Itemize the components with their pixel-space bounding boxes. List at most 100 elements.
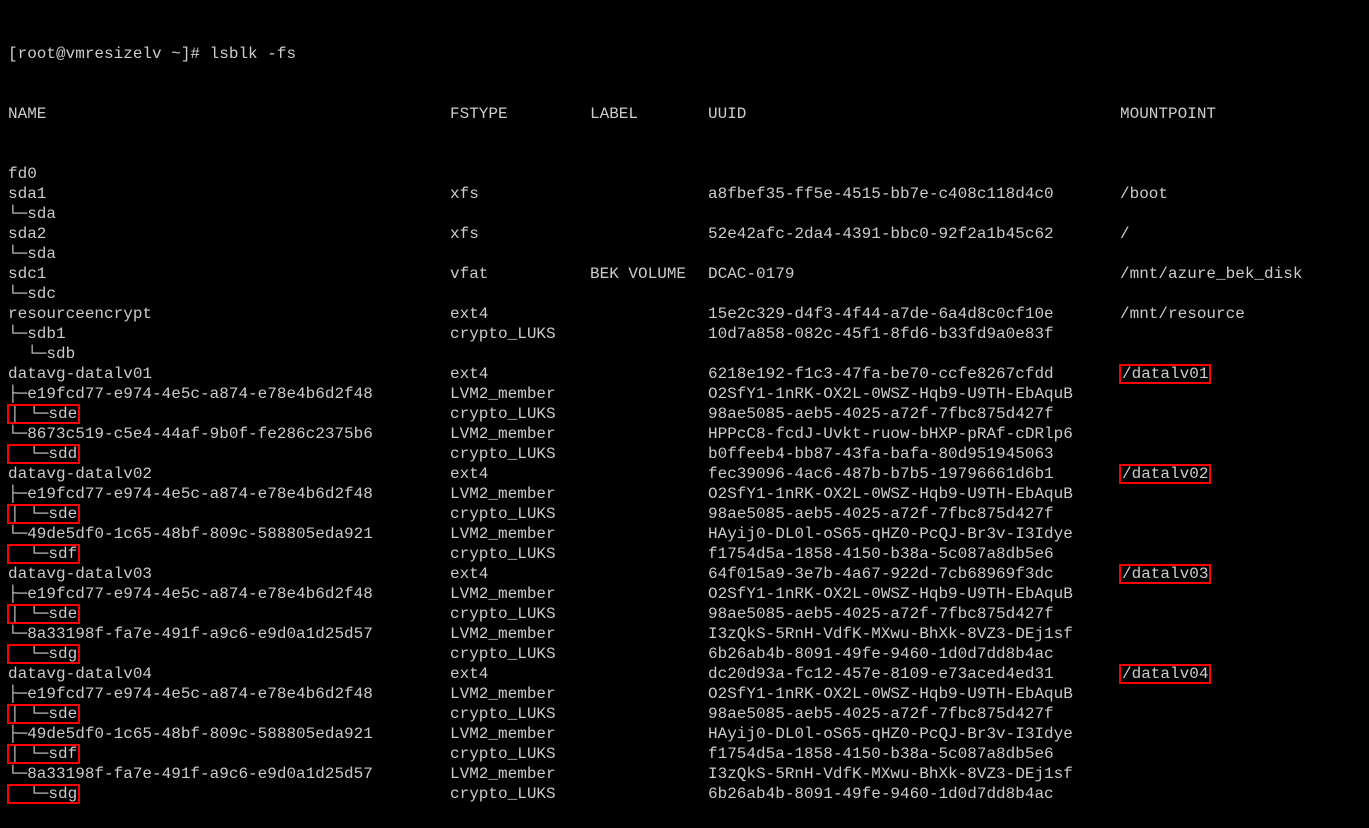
highlight-box: │ └─sde [8,605,79,623]
cell-mountpoint: / [1120,224,1130,244]
table-row: resourceencryptext415e2c329-d4f3-4f44-a7… [8,304,1361,324]
table-row: └─sdb [8,344,1361,364]
cell-fstype: ext4 [450,564,488,584]
table-row: └─8673c519-c5e4-44af-9b0f-fe286c2375b6 LV… [8,424,1361,444]
cell-uuid: O2SfY1-1nRK-OX2L-0WSZ-Hqb9-U9TH-EbAquB [708,684,1073,704]
table-row: │ └─sdecrypto_LUKS98ae5085-aeb5-4025-a72… [8,604,1361,624]
cell-uuid: 98ae5085-aeb5-4025-a72f-7fbc875d427f [708,604,1054,624]
cell-uuid: dc20d93a-fc12-457e-8109-e73aced4ed31 [708,664,1054,684]
table-row: datavg-datalv04ext4dc20d93a-fc12-457e-81… [8,664,1361,684]
cell-name: └─8673c519-c5e4-44af-9b0f-fe286c2375b6 [8,424,373,444]
cell-name: ├─e19fcd77-e974-4e5c-a874-e78e4b6d2f48 [8,684,373,704]
table-row: └─sda [8,244,1361,264]
cell-name: ├─e19fcd77-e974-4e5c-a874-e78e4b6d2f48 [8,384,373,404]
cell-mountpoint: /mnt/azure_bek_disk [1120,264,1302,284]
cell-fstype: LVM2_member [450,424,556,444]
table-row: sda2xfs52e42afc-2da4-4391-bbc0-92f2a1b45… [8,224,1361,244]
table-body: fd0sda1xfsa8fbef35-ff5e-4515-bb7e-c408c1… [8,164,1361,804]
cell-uuid: f1754d5a-1858-4150-b38a-5c087a8db5e6 [708,744,1054,764]
cell-uuid: f1754d5a-1858-4150-b38a-5c087a8db5e6 [708,544,1054,564]
terminal-output: [root@vmresizelv ~]# lsblk -fs NAME FSTY… [0,0,1369,828]
highlight-box: └─sdg [8,785,79,803]
cell-name: └─8a33198f-fa7e-491f-a9c6-e9d0a1d25d57 [8,764,373,784]
table-row: fd0 [8,164,1361,184]
cell-fstype: crypto_LUKS [450,544,556,564]
table-row: ├─e19fcd77-e974-4e5c-a874-e78e4b6d2f48 LV… [8,484,1361,504]
table-row: └─8a33198f-fa7e-491f-a9c6-e9d0a1d25d57 LV… [8,764,1361,784]
cell-mountpoint: /datalv01 [1120,364,1210,384]
cell-fstype: crypto_LUKS [450,784,556,804]
cell-name: └─sdb1 [8,324,66,344]
cell-name: └─sdf [8,544,79,564]
cell-name: ├─e19fcd77-e974-4e5c-a874-e78e4b6d2f48 [8,484,373,504]
cell-fstype: crypto_LUKS [450,644,556,664]
cell-name: │ └─sde [8,404,79,424]
cell-fstype: LVM2_member [450,764,556,784]
cell-name: sda2 [8,224,46,244]
cell-fstype: crypto_LUKS [450,324,556,344]
cell-fstype: LVM2_member [450,524,556,544]
table-row: └─sdc [8,284,1361,304]
cell-label: BEK VOLUME [590,264,686,284]
table-row: └─8a33198f-fa7e-491f-a9c6-e9d0a1d25d57LV… [8,624,1361,644]
cell-fstype: crypto_LUKS [450,404,556,424]
cell-fstype: LVM2_member [450,484,556,504]
table-row: datavg-datalv03ext464f015a9-3e7b-4a67-92… [8,564,1361,584]
table-row: └─49de5df0-1c65-48bf-809c-588805eda921LV… [8,524,1361,544]
col-header-fstype: FSTYPE [450,104,508,124]
cell-name: fd0 [8,164,37,184]
cell-name: datavg-datalv02 [8,464,152,484]
cell-fstype: ext4 [450,364,488,384]
cell-name: │ └─sde [8,504,79,524]
cell-name: └─sda [8,204,56,224]
col-header-label: LABEL [590,104,638,124]
cell-uuid: O2SfY1-1nRK-OX2L-0WSZ-Hqb9-U9TH-EbAquB [708,584,1073,604]
cell-uuid: O2SfY1-1nRK-OX2L-0WSZ-Hqb9-U9TH-EbAquB [708,384,1073,404]
col-header-uuid: UUID [708,104,746,124]
cell-uuid: HAyij0-DL0l-oS65-qHZ0-PcQJ-Br3v-I3Idye [708,724,1073,744]
highlight-box: │ └─sde [8,705,79,723]
table-row: ├─e19fcd77-e974-4e5c-a874-e78e4b6d2f48LV… [8,684,1361,704]
cell-mountpoint: /boot [1120,184,1168,204]
cell-name: └─sdd [8,444,79,464]
cell-name: datavg-datalv01 [8,364,152,384]
col-header-mountpoint: MOUNTPOINT [1120,104,1216,124]
cell-uuid: fec39096-4ac6-487b-b7b5-19796661d6b1 [708,464,1054,484]
cell-uuid: 10d7a858-082c-45f1-8fd6-b33fd9a0e83f [708,324,1054,344]
table-row: └─sdgcrypto_LUKS6b26ab4b-8091-49fe-9460-… [8,784,1361,804]
highlight-box: │ └─sde [8,405,79,423]
cell-uuid: a8fbef35-ff5e-4515-bb7e-c408c118d4c0 [708,184,1054,204]
highlight-box: │ └─sde [8,505,79,523]
shell-prompt-line: [root@vmresizelv ~]# lsblk -fs [8,44,1361,64]
cell-fstype: vfat [450,264,488,284]
cell-name: └─sdg [8,644,79,664]
cell-fstype: crypto_LUKS [450,704,556,724]
cell-fstype: ext4 [450,464,488,484]
cell-uuid: 6b26ab4b-8091-49fe-9460-1d0d7dd8b4ac [708,644,1054,664]
cell-name: resourceencrypt [8,304,152,324]
table-row: ├─e19fcd77-e974-4e5c-a874-e78e4b6d2f48LV… [8,584,1361,604]
highlight-box: /datalv02 [1120,465,1210,483]
cell-mountpoint: /datalv03 [1120,564,1210,584]
cell-uuid: 64f015a9-3e7b-4a67-922d-7cb68969f3dc [708,564,1054,584]
cell-name: ├─49de5df0-1c65-48bf-809c-588805eda921 [8,724,373,744]
cell-name: └─sdc [8,284,56,304]
cell-uuid: 52e42afc-2da4-4391-bbc0-92f2a1b45c62 [708,224,1054,244]
cell-uuid: b0ffeeb4-bb87-43fa-bafa-80d951945063 [708,444,1054,464]
cell-fstype: crypto_LUKS [450,444,556,464]
table-row: │ └─sdecrypto_LUKS98ae5085-aeb5-4025-a72… [8,704,1361,724]
table-row: └─sdb1 crypto_LUKS 10d7a858-082c-45f1-8fd6… [8,324,1361,344]
cell-fstype: LVM2_member [450,384,556,404]
table-row: └─sda [8,204,1361,224]
cell-name: sda1 [8,184,46,204]
cell-uuid: HPPcC8-fcdJ-Uvkt-ruow-bHXP-pRAf-cDRlp6 [708,424,1073,444]
table-row: ├─49de5df0-1c65-48bf-809c-588805eda921LV… [8,724,1361,744]
highlight-box: └─sdd [8,445,79,463]
highlight-box: └─sdg [8,645,79,663]
cell-uuid: HAyij0-DL0l-oS65-qHZ0-PcQJ-Br3v-I3Idye [708,524,1073,544]
cell-mountpoint: /mnt/resource [1120,304,1245,324]
table-row: datavg-datalv01ext46218e192-f1c3-47fa-be… [8,364,1361,384]
table-row: └─sdf crypto_LUKS f1754d5a-1858-4150-b38a-… [8,544,1361,564]
table-row: │ └─sdecrypto_LUKS98ae5085-aeb5-4025-a72… [8,404,1361,424]
cell-uuid: DCAC-0179 [708,264,794,284]
